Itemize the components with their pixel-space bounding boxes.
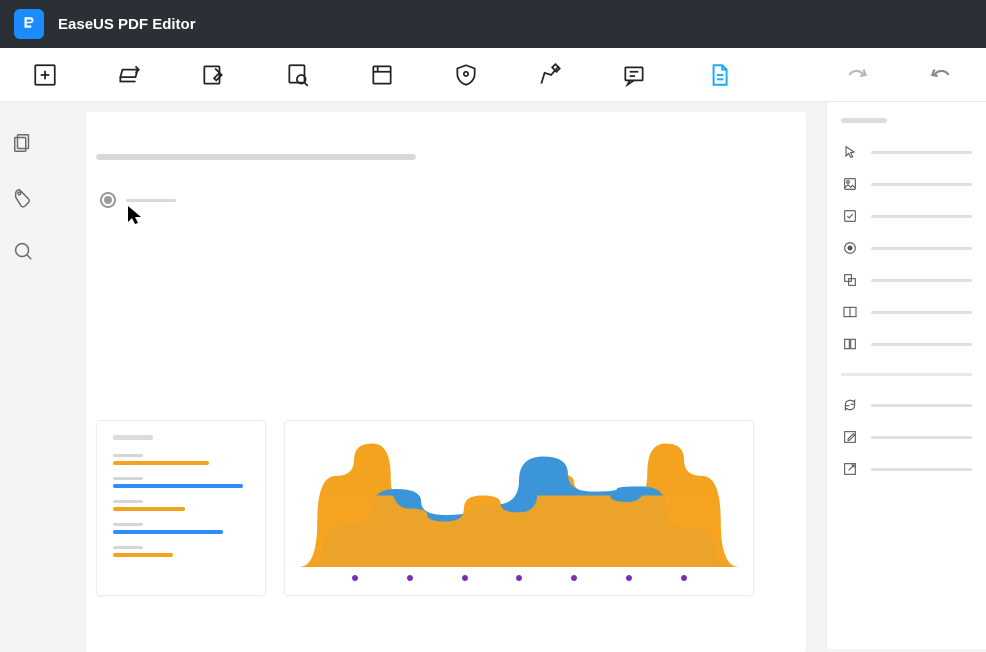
comment-icon[interactable] [619, 59, 649, 91]
panel-tool-label [871, 468, 972, 471]
list-card [96, 420, 266, 596]
split-view-icon [841, 303, 859, 321]
axis-dot [462, 575, 468, 581]
refresh-icon [841, 396, 859, 414]
redo-icon[interactable] [842, 59, 872, 91]
panel-tool-label [871, 215, 972, 218]
axis-dot [626, 575, 632, 581]
panel-tool-label [871, 404, 972, 407]
panel-tool-checkbox[interactable] [841, 207, 972, 225]
panel-separator [841, 373, 972, 376]
form-icon[interactable] [367, 59, 397, 91]
view-doc-icon[interactable] [283, 59, 313, 91]
axis-dot [352, 575, 358, 581]
axis-dot [516, 575, 522, 581]
open-icon[interactable] [114, 59, 144, 91]
panel-group-title [841, 118, 887, 123]
panel-tool-label [871, 183, 972, 186]
page-flip-icon [841, 335, 859, 353]
chart-card [284, 420, 754, 596]
panel-tool-split-view[interactable] [841, 303, 972, 321]
panel-tool-label [871, 436, 972, 439]
cursor-icon [126, 204, 144, 231]
axis-dot [681, 575, 687, 581]
right-panel [826, 102, 986, 649]
panel-tool-edit-box[interactable] [841, 428, 972, 446]
search-panel-icon[interactable] [10, 238, 36, 264]
document-page [86, 112, 806, 652]
edit-icon[interactable] [198, 59, 228, 91]
panel-tool-label [871, 279, 972, 282]
checkbox-icon [841, 207, 859, 225]
document-canvas[interactable] [46, 102, 826, 649]
panel-tool-page-flip[interactable] [841, 335, 972, 353]
body [0, 102, 986, 649]
component-icon [841, 271, 859, 289]
protect-icon[interactable] [451, 59, 481, 91]
list-item [113, 546, 249, 557]
list-item [113, 477, 249, 488]
list-item [113, 500, 249, 511]
panel-tool-label [871, 151, 972, 154]
panel-tool-label [871, 343, 972, 346]
tags-panel-icon[interactable] [10, 184, 36, 210]
panel-tool-refresh[interactable] [841, 396, 972, 414]
titlebar: EaseUS PDF Editor [0, 0, 986, 48]
left-rail [0, 102, 46, 649]
axis-dot [571, 575, 577, 581]
panel-tool-radio[interactable] [841, 239, 972, 257]
panel-tool-label [871, 311, 972, 314]
content-cards [96, 420, 754, 596]
list-card-title [113, 435, 153, 440]
list-item [113, 523, 249, 534]
radio-icon [841, 239, 859, 257]
radio-icon [100, 192, 116, 208]
app-title: EaseUS PDF Editor [58, 16, 196, 33]
main-toolbar [0, 48, 986, 102]
chart-axis-dots [299, 567, 739, 581]
panel-tool-open-external[interactable] [841, 460, 972, 478]
panel-tool-component[interactable] [841, 271, 972, 289]
app-logo [14, 9, 44, 39]
panel-tool-pointer[interactable] [841, 143, 972, 161]
open-external-icon [841, 460, 859, 478]
panel-tool-label [871, 247, 972, 250]
radio-label-placeholder [126, 199, 176, 202]
sign-icon[interactable] [535, 59, 565, 91]
area-chart [299, 437, 739, 567]
placeholder-line [96, 154, 416, 160]
axis-dot [407, 575, 413, 581]
image-icon [841, 175, 859, 193]
panel-tool-image[interactable] [841, 175, 972, 193]
undo-icon[interactable] [926, 59, 956, 91]
pages-panel-icon[interactable] [10, 130, 36, 156]
pointer-icon [841, 143, 859, 161]
page-icon[interactable] [704, 59, 734, 91]
list-item [113, 454, 249, 465]
edit-box-icon [841, 428, 859, 446]
add-icon[interactable] [30, 59, 60, 91]
